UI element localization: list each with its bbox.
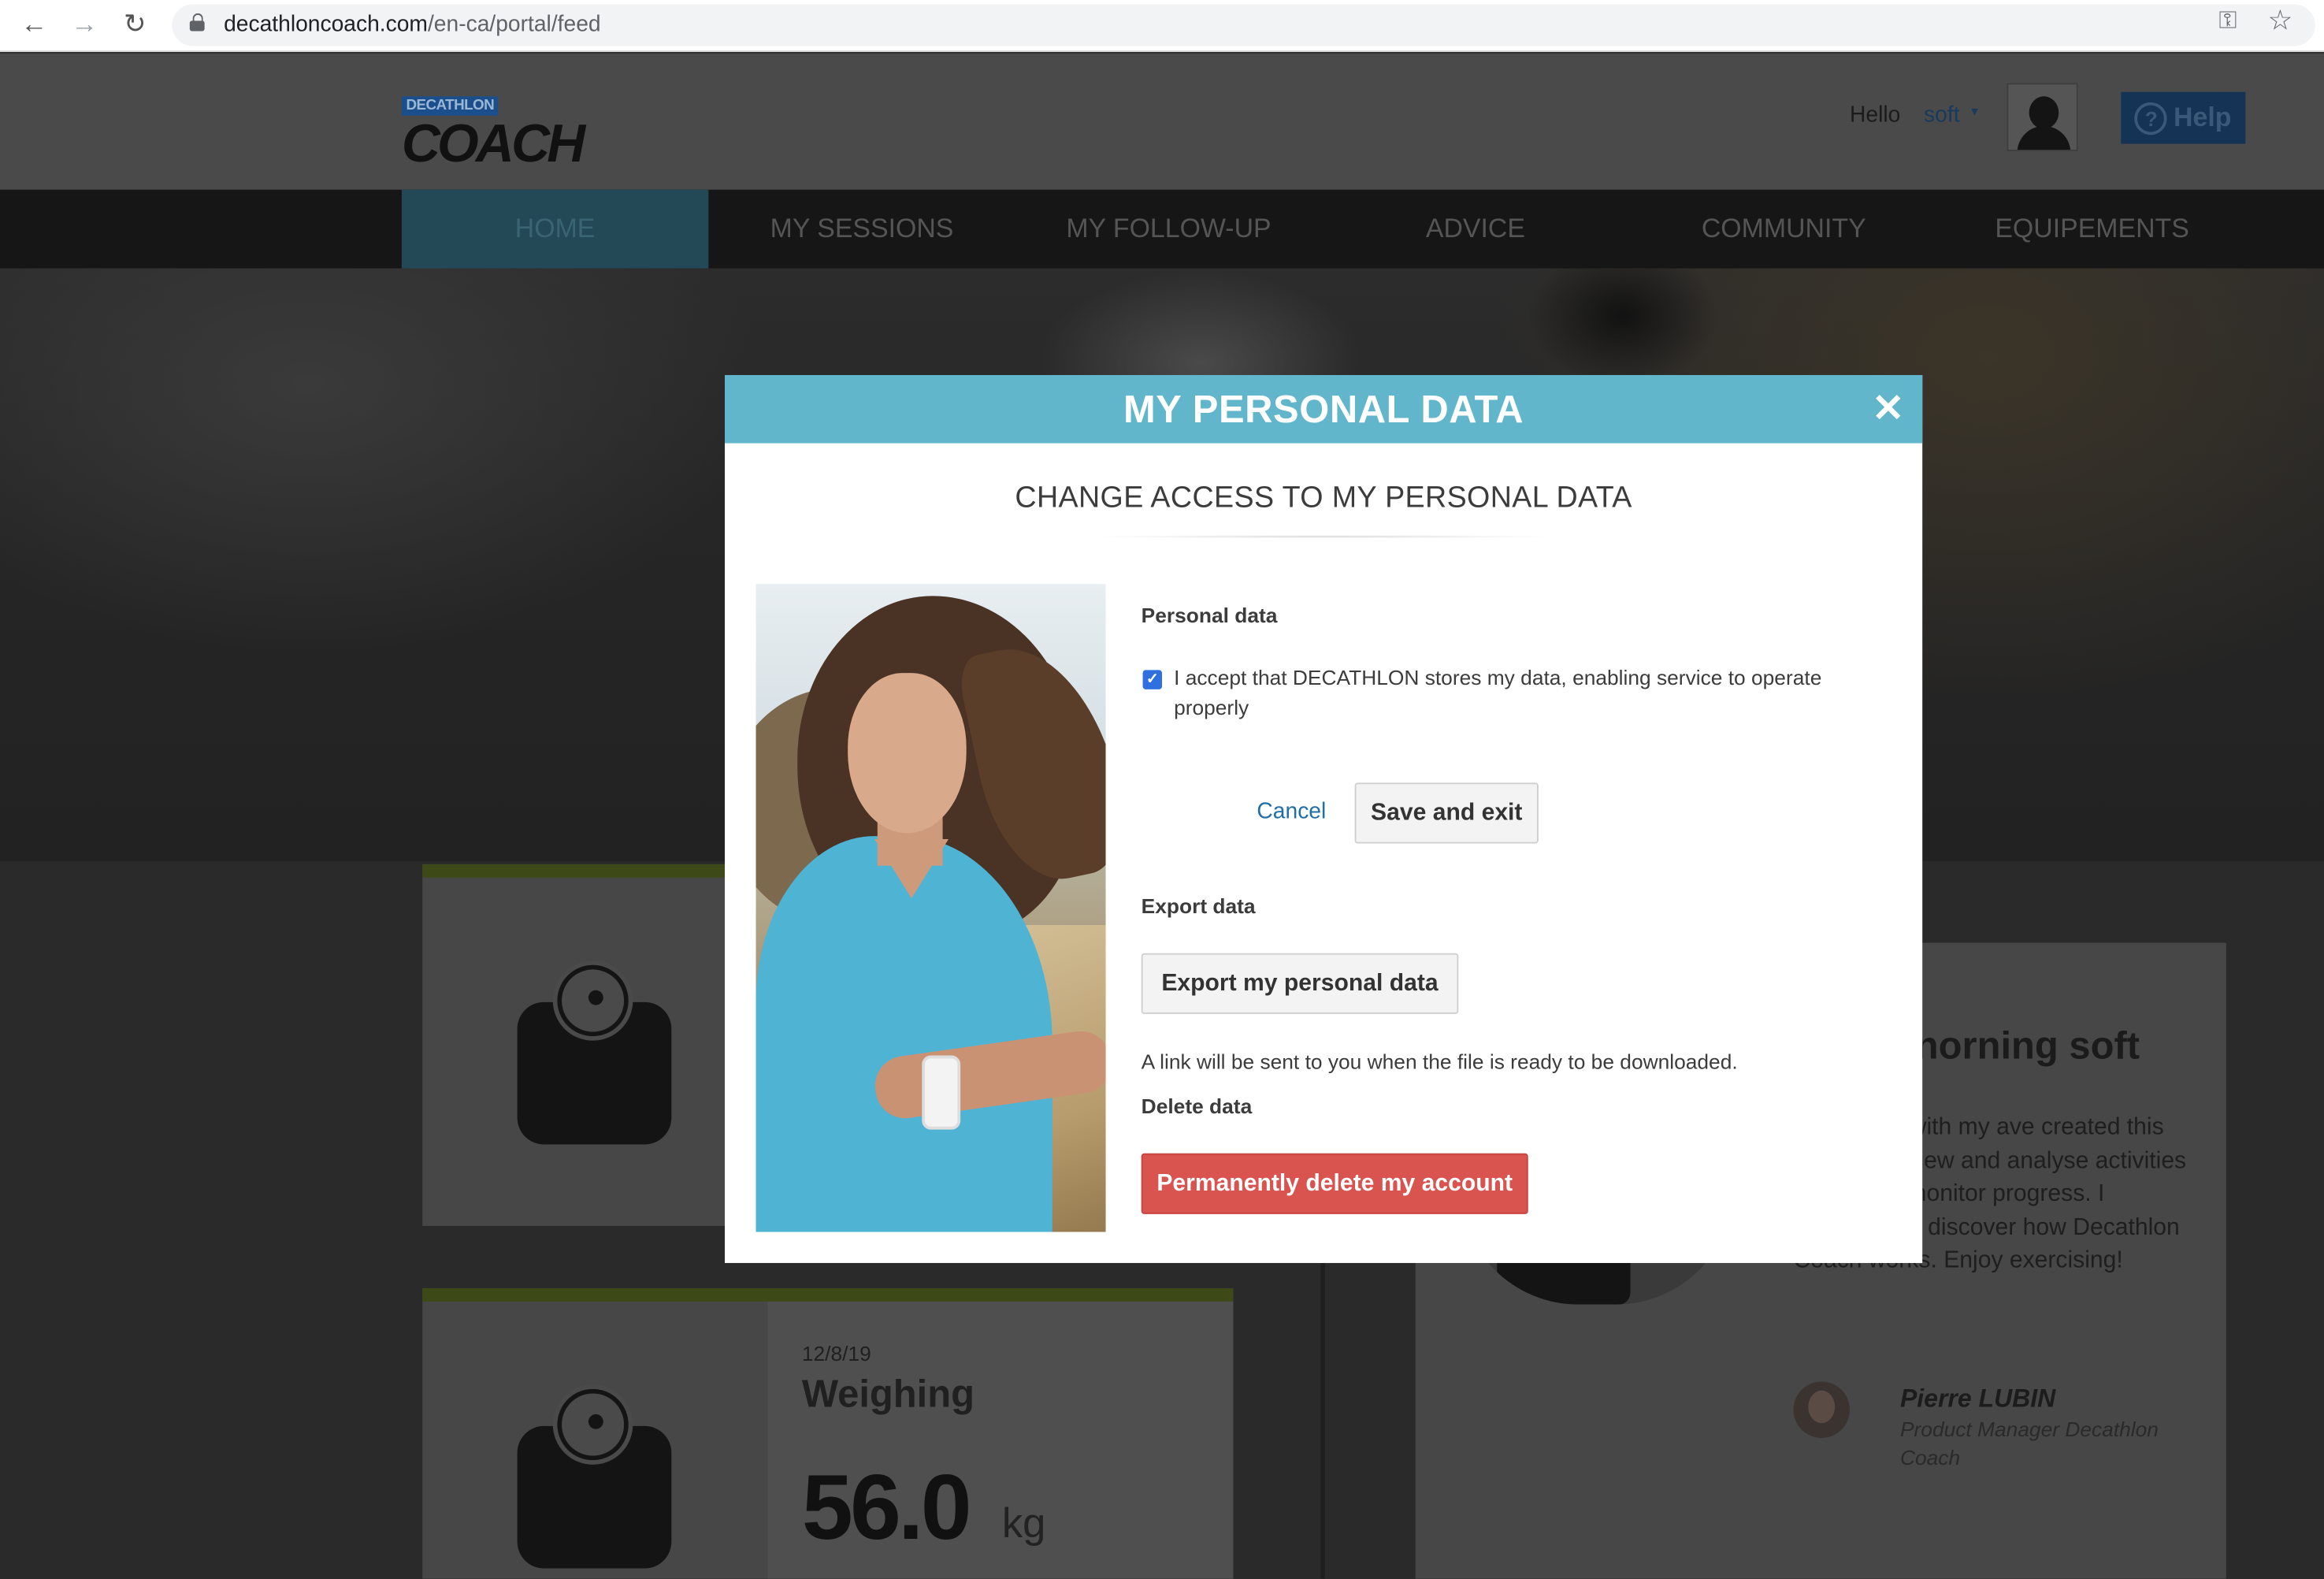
star-icon[interactable]: ☆ xyxy=(2268,5,2293,39)
runner-photo xyxy=(755,584,1106,1232)
url-path: /en-ca/portal/feed xyxy=(427,12,601,38)
accept-checkbox[interactable]: ✓ xyxy=(1142,670,1163,689)
avatar[interactable] xyxy=(2007,83,2078,151)
delete-account-button[interactable]: Permanently delete my account xyxy=(1141,1153,1528,1214)
site-header xyxy=(0,53,2324,190)
subtitle-divider xyxy=(1101,535,1546,538)
cancel-button[interactable]: Cancel xyxy=(1257,799,1326,824)
back-icon[interactable]: ← xyxy=(13,0,55,49)
modal-title: MY PERSONAL DATA xyxy=(1123,386,1524,431)
modal-subtitle: CHANGE ACCESS TO MY PERSONAL DATA xyxy=(1015,481,1632,515)
nav-item-my-sessions[interactable]: MY SESSIONS xyxy=(708,190,1015,269)
scale-icon xyxy=(517,1384,672,1569)
weighing-date: 12/8/19 xyxy=(801,1341,871,1365)
weighing-unit: kg xyxy=(1001,1499,1046,1547)
personal-data-modal: MY PERSONAL DATA ✕ CHANGE ACCESS TO MY P… xyxy=(725,374,1923,1263)
help-label: Help xyxy=(2174,102,2232,132)
weighing-title: Weighing xyxy=(801,1371,975,1416)
personal-data-heading: Personal data xyxy=(1141,603,1278,627)
nav-item-home[interactable]: HOME xyxy=(401,189,709,269)
nav-item-equipements[interactable]: EQUIPEMENTS xyxy=(1939,190,2245,269)
close-icon[interactable]: ✕ xyxy=(1872,388,1904,427)
url-host: decathloncoach.com xyxy=(224,12,428,38)
nav-item-my-follow-up[interactable]: MY FOLLOW-UP xyxy=(1015,190,1322,269)
help-icon: ? xyxy=(2135,101,2168,135)
page-root: ← → ↻ decathloncoach.com/en-ca/portal/fe… xyxy=(0,0,2324,1579)
decathlon-coach-logo[interactable]: DECATHLON COACH xyxy=(401,95,585,173)
scale-icon xyxy=(517,960,672,1145)
key-icon[interactable]: ⚿ xyxy=(2218,9,2237,35)
user-menu[interactable]: soft xyxy=(1924,102,1960,128)
export-data-heading: Export data xyxy=(1141,894,1256,918)
author-name: Pierre LUBIN xyxy=(1899,1384,2056,1413)
chevron-down-icon[interactable]: ▾ xyxy=(1971,104,1978,121)
export-data-button[interactable]: Export my personal data xyxy=(1141,953,1459,1014)
delete-data-heading: Delete data xyxy=(1141,1094,1253,1118)
logo-text: COACH xyxy=(401,112,585,174)
lock-icon[interactable] xyxy=(189,13,205,32)
export-note: A link will be sent to you when the file… xyxy=(1141,1050,1738,1074)
forward-icon[interactable]: → xyxy=(64,0,106,49)
browser-toolbar: ← → ↻ decathloncoach.com/en-ca/portal/fe… xyxy=(0,0,2324,52)
url-text[interactable]: decathloncoach.com/en-ca/portal/feed xyxy=(224,12,601,37)
weighing-value: 56.0 xyxy=(801,1457,972,1560)
welcome-greeting: norning soft xyxy=(1914,1023,2140,1068)
save-and-exit-button[interactable]: Save and exit xyxy=(1354,782,1539,844)
author-avatar xyxy=(1793,1381,1850,1438)
greeting-text: Hello xyxy=(1849,102,1901,128)
nav-item-advice[interactable]: ADVICE xyxy=(1322,190,1628,269)
nav-item-community[interactable]: COMMUNITY xyxy=(1629,190,1939,269)
accept-label[interactable]: I accept that DECATHLON stores my data, … xyxy=(1174,664,1855,722)
reload-icon[interactable]: ↻ xyxy=(114,0,156,49)
modal-header: MY PERSONAL DATA xyxy=(725,374,1923,444)
author-role: Product Manager Decathlon Coach xyxy=(1899,1417,2159,1469)
help-button[interactable]: ? Help xyxy=(2121,91,2246,144)
